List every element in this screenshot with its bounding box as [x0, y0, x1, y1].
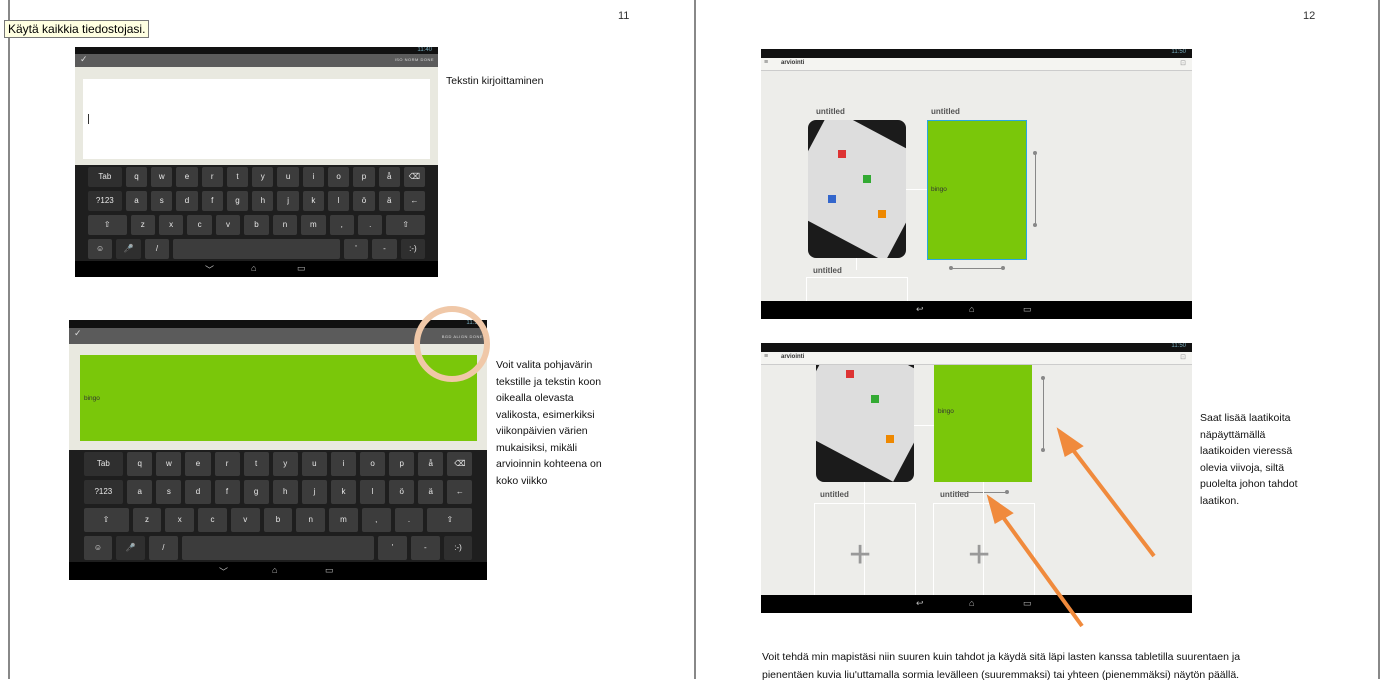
arrow-bottom-head	[986, 494, 1014, 525]
arrow-right-line	[1068, 444, 1156, 558]
annotation-arrows	[986, 427, 1156, 628]
arrow-right-head	[1056, 427, 1084, 458]
caption-add-boxes: Saat lisää laatikoita näpäyttämällä laatik…	[1200, 412, 1298, 507]
arrow-bottom-line	[998, 511, 1084, 628]
